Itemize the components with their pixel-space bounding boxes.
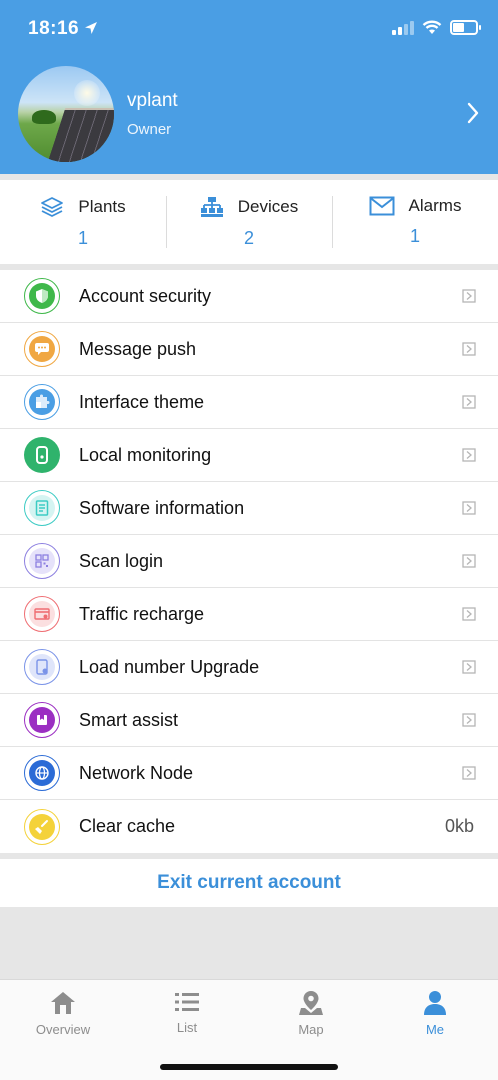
home-indicator <box>160 1064 338 1070</box>
document-icon <box>24 490 60 526</box>
menu-item-label: Interface theme <box>79 391 205 412</box>
menu-item-software-information[interactable]: Software information <box>0 482 498 535</box>
avatar[interactable] <box>18 66 114 162</box>
tab-me[interactable]: Me <box>385 990 485 1037</box>
qr-code-icon <box>24 543 60 579</box>
cell-signal-icon <box>392 20 414 35</box>
arrow-right-icon <box>462 448 476 462</box>
stat-alarms-label: Alarms <box>408 196 462 215</box>
status-time: 18:16 <box>28 18 80 39</box>
arrow-right-icon <box>462 289 476 303</box>
tab-map[interactable]: Map <box>261 990 361 1037</box>
arrow-right-icon <box>462 395 476 409</box>
network-icon <box>200 197 223 217</box>
chat-icon <box>24 331 60 367</box>
menu-item-label: Network Node <box>79 762 194 783</box>
status-indicators <box>392 20 481 35</box>
stat-plants[interactable]: Plants 1 <box>0 180 166 264</box>
stat-plants-count: 1 <box>77 228 88 248</box>
menu-item-local-monitoring[interactable]: Local monitoring <box>0 429 498 482</box>
chevron-right-icon[interactable] <box>466 102 480 124</box>
bookmark-icon <box>24 702 60 738</box>
status-bar: 18:16 <box>0 16 498 46</box>
settings-menu: Account security Message push Interface … <box>0 270 498 853</box>
stat-devices-count: 2 <box>243 228 254 248</box>
globe-icon <box>24 755 60 791</box>
list-icon <box>175 993 199 1011</box>
battery-icon <box>450 20 481 35</box>
menu-item-label: Message push <box>79 338 197 359</box>
puzzle-icon <box>24 384 60 420</box>
tab-map-label: Map <box>298 1022 324 1037</box>
menu-item-network-node[interactable]: Network Node <box>0 747 498 800</box>
envelope-icon <box>369 196 395 216</box>
menu-item-label: Clear cache <box>79 816 176 836</box>
broom-icon <box>24 808 60 845</box>
exit-account-label: Exit current account <box>157 872 341 893</box>
upgrade-icon <box>24 649 60 685</box>
menu-item-traffic-recharge[interactable]: Traffic recharge <box>0 588 498 641</box>
profile-header[interactable]: 18:16 vplant Owner <box>0 0 498 174</box>
person-icon <box>424 991 446 1015</box>
menu-item-smart-assist[interactable]: Smart assist <box>0 694 498 747</box>
arrow-right-icon <box>462 660 476 674</box>
tab-overview[interactable]: Overview <box>13 990 113 1037</box>
stat-alarms-count: 1 <box>409 226 420 246</box>
cache-size-value: 0kb <box>444 816 474 836</box>
user-name: vplant <box>127 90 178 111</box>
card-icon <box>24 596 60 632</box>
arrow-right-icon <box>462 713 476 727</box>
menu-item-label: Account security <box>79 285 212 306</box>
menu-item-message-push[interactable]: Message push <box>0 323 498 376</box>
arrow-right-icon <box>462 554 476 568</box>
menu-item-interface-theme[interactable]: Interface theme <box>0 376 498 429</box>
arrow-right-icon <box>462 766 476 780</box>
layers-icon <box>41 197 64 217</box>
tab-me-label: Me <box>425 1022 445 1037</box>
shield-icon <box>24 278 60 314</box>
menu-item-label: Traffic recharge <box>79 603 205 624</box>
stat-devices-label: Devices <box>237 197 299 216</box>
location-arrow-icon <box>85 22 97 34</box>
menu-item-label: Local monitoring <box>79 444 212 465</box>
exit-account-button[interactable]: Exit current account <box>0 859 498 907</box>
menu-item-load-number-upgrade[interactable]: Load number Upgrade <box>0 641 498 694</box>
menu-item-label: Smart assist <box>79 709 179 730</box>
tab-list-label: List <box>176 1020 198 1035</box>
remote-icon <box>24 437 60 473</box>
stat-alarms[interactable]: Alarms 1 <box>332 180 498 264</box>
menu-item-label: Software information <box>79 497 245 518</box>
arrow-right-icon <box>462 342 476 356</box>
stat-plants-label: Plants <box>78 197 126 216</box>
tab-list[interactable]: List <box>137 990 237 1035</box>
menu-item-label: Load number Upgrade <box>79 656 260 677</box>
map-pin-icon <box>299 991 323 1015</box>
wifi-icon <box>422 20 442 34</box>
menu-item-account-security[interactable]: Account security <box>0 270 498 323</box>
arrow-right-icon <box>462 607 476 621</box>
stat-devices[interactable]: Devices 2 <box>166 180 332 264</box>
stats-bar: Plants 1 Devices 2 Alarms 1 <box>0 180 498 264</box>
menu-item-clear-cache[interactable]: Clear cache 0kb <box>0 800 498 853</box>
home-icon <box>51 992 75 1014</box>
menu-item-label: Scan login <box>79 550 164 571</box>
menu-item-scan-login[interactable]: Scan login <box>0 535 498 588</box>
arrow-right-icon <box>462 501 476 515</box>
tab-overview-label: Overview <box>35 1022 91 1037</box>
user-role: Owner <box>127 121 172 138</box>
